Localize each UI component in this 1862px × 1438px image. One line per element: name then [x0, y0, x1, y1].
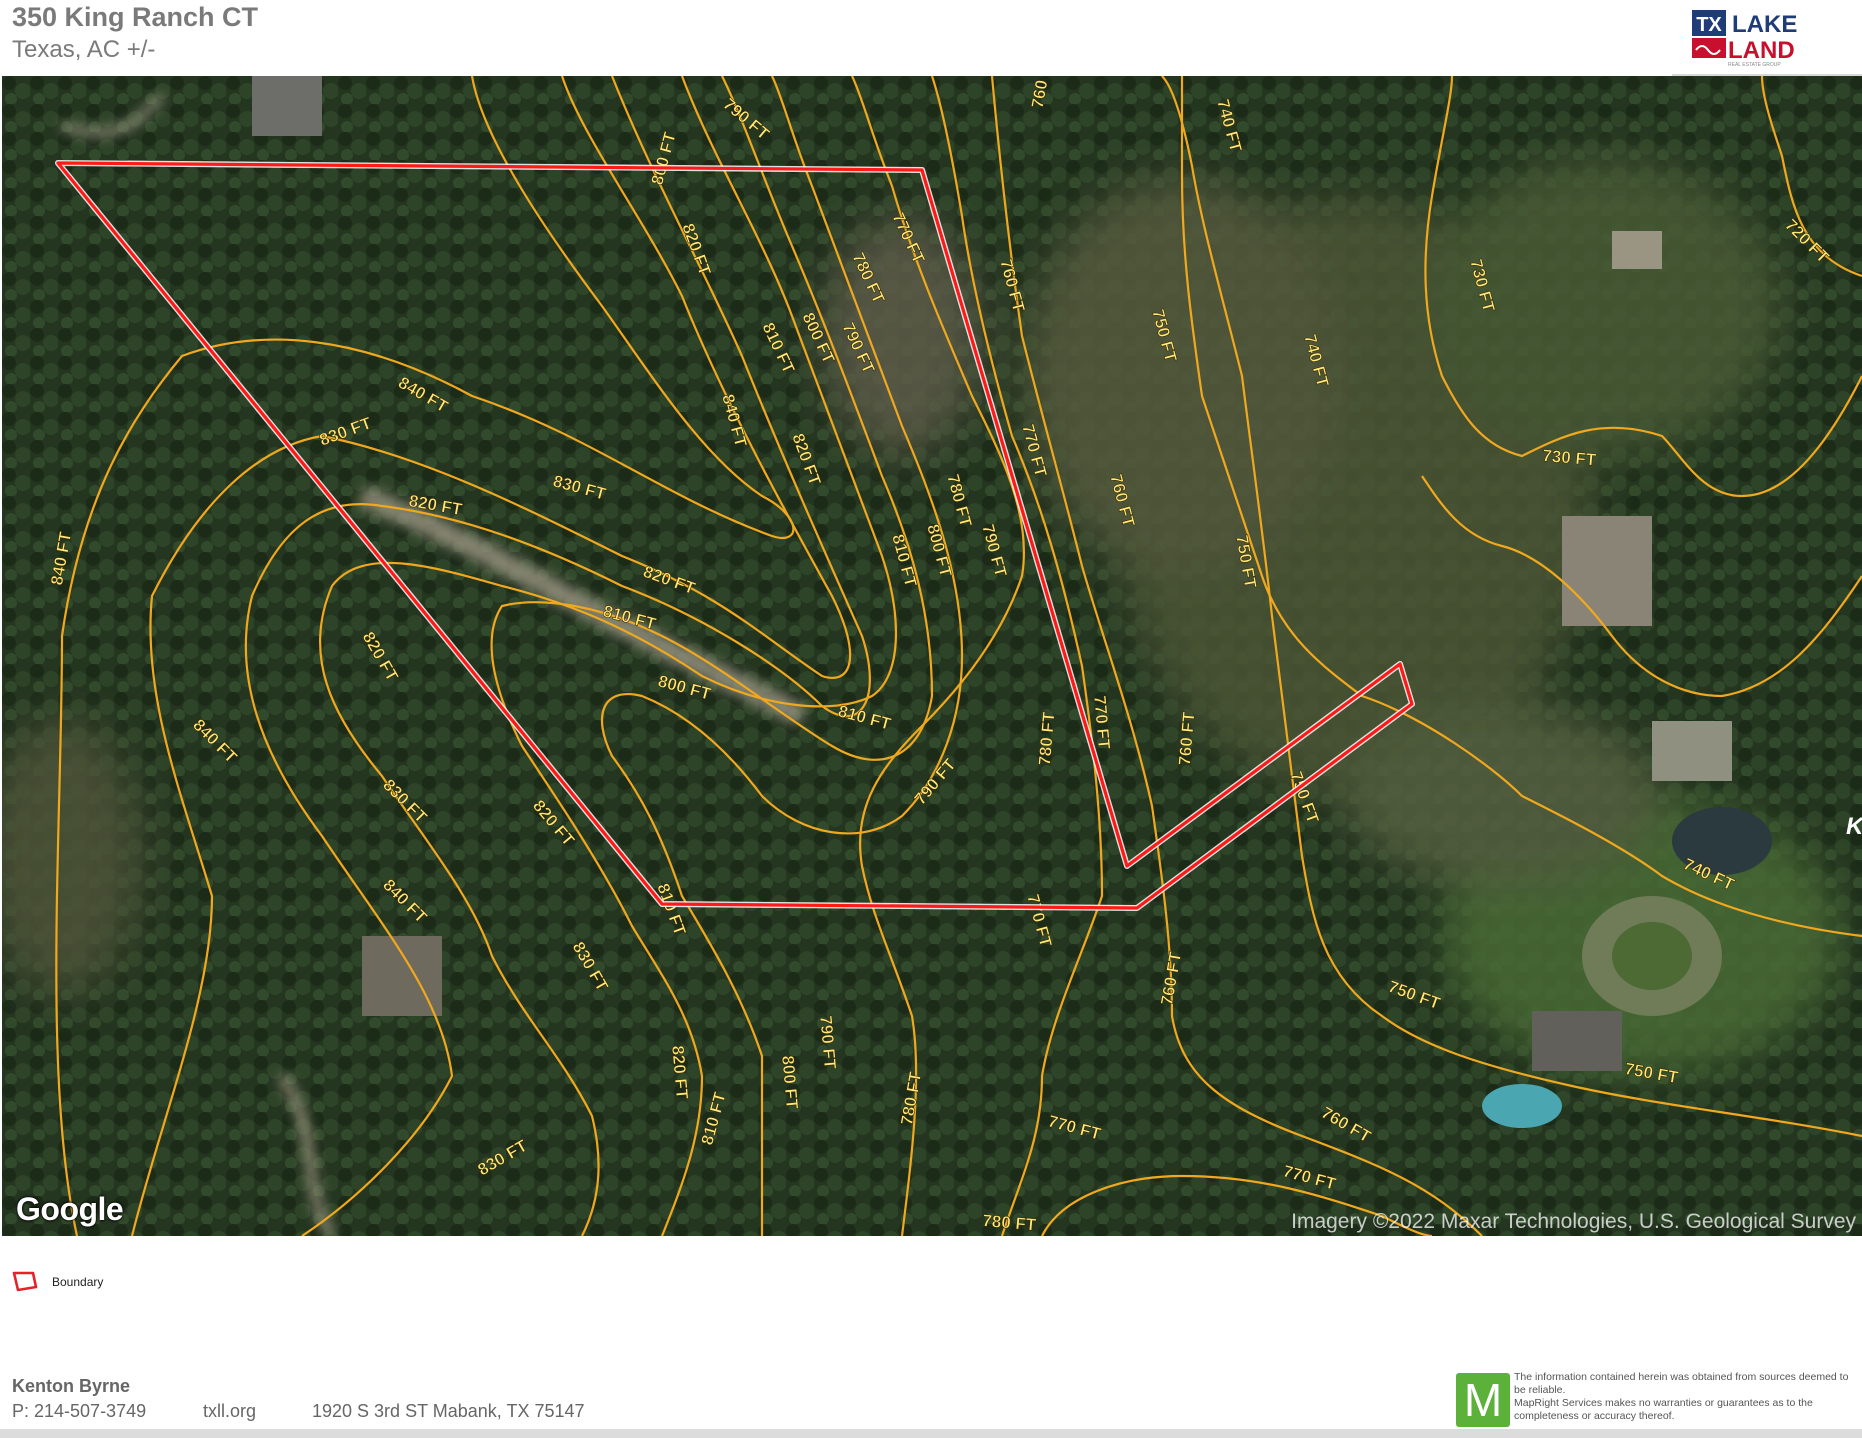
logo-tx-text: TX [1696, 14, 1722, 36]
imagery-attribution: Imagery ©2022 Maxar Technologies, U.S. G… [1291, 1210, 1856, 1233]
logo-tagline: REAL ESTATE GROUP [1728, 62, 1781, 68]
website-link[interactable]: txll.org [203, 1401, 256, 1422]
company-logo: TX LAKE LAND REAL ESTATE GROUP [1692, 10, 1797, 68]
page-title: 350 King Ranch CT [12, 2, 259, 32]
page: 350 King Ranch CT Texas, AC +/- TX LAKE … [0, 0, 1862, 1438]
footer-bar [0, 1429, 1862, 1438]
map-viewport[interactable]: 840 FT 840 FT 840 FT 840 FT 840 FT 830 F… [2, 76, 1862, 1236]
map-canvas: 840 FT 840 FT 840 FT 840 FT 840 FT 830 F… [2, 76, 1862, 1236]
disclaimer-text: The information contained herein was obt… [1514, 1371, 1849, 1422]
logo-land-text: LAND [1728, 37, 1795, 64]
agent-name: Kenton Byrne [12, 1376, 131, 1396]
mapright-logo-letter: M [1463, 1374, 1503, 1426]
logo-lake-text: LAKE [1732, 11, 1797, 38]
street-label-fragment: K [1846, 813, 1862, 840]
satellite-imagery [2, 76, 1862, 1236]
agent-phone: P: 214-507-3749 [12, 1401, 147, 1421]
google-logo: Google [16, 1191, 124, 1227]
mapright-logo: M [1456, 1373, 1510, 1427]
legend-label-boundary: Boundary [52, 1275, 104, 1289]
page-subtitle: Texas, AC +/- [12, 36, 156, 63]
boundary-polygon-icon [12, 1271, 38, 1292]
office-address: 1920 S 3rd ST Mabank, TX 75147 [312, 1401, 585, 1421]
